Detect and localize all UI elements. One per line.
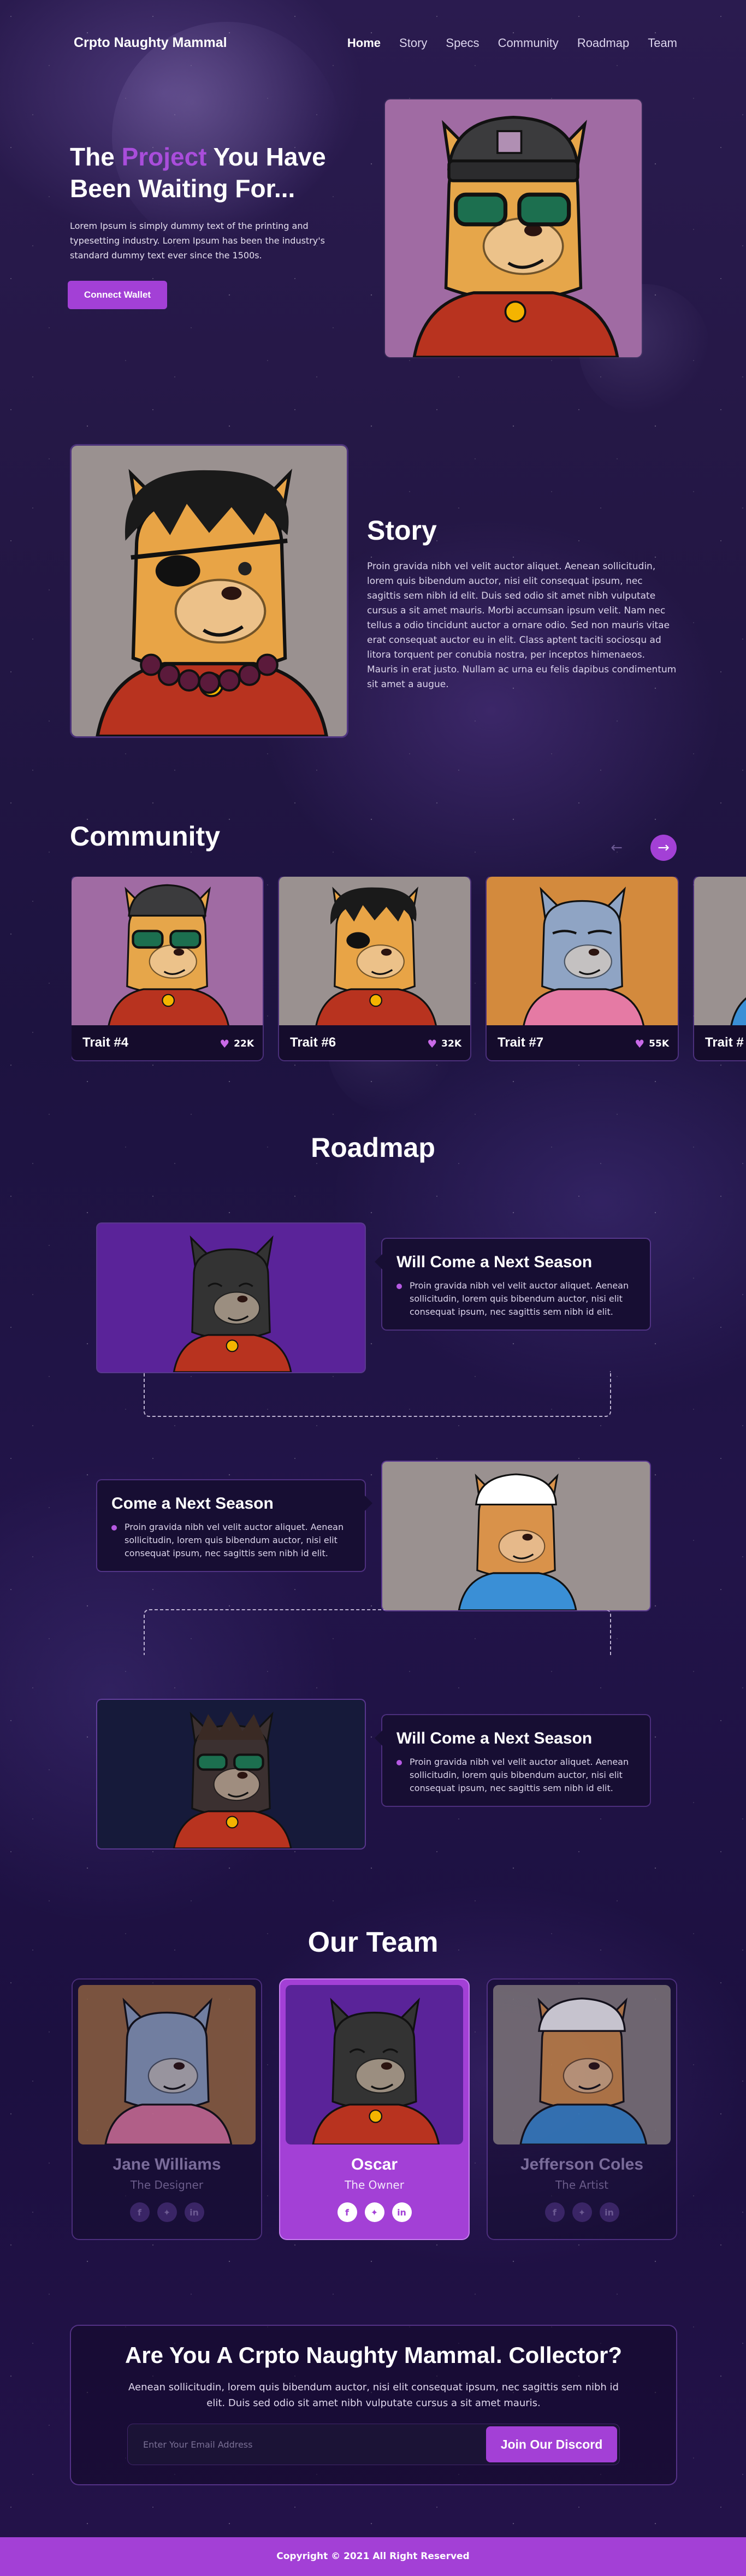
member-role: The Designer xyxy=(130,2178,204,2191)
card-likes[interactable]: ♥ 32K xyxy=(427,1037,461,1050)
team-member-card: Jefferson Coles The Artist f ✦ in xyxy=(488,1980,676,2239)
hero-title-highlight: Project xyxy=(121,143,207,171)
linkedin-icon[interactable]: in xyxy=(392,2202,412,2222)
nav-item-home[interactable]: Home xyxy=(347,36,381,50)
story-title: Story xyxy=(367,515,437,546)
member-nft-image xyxy=(78,1985,256,2144)
member-name: Jefferson Coles xyxy=(520,2155,644,2173)
heart-icon[interactable]: ♥ xyxy=(427,1037,437,1050)
roadmap-title: Roadmap xyxy=(311,1132,435,1163)
roadmap-image xyxy=(382,1462,650,1610)
facebook-icon[interactable]: f xyxy=(337,2202,357,2222)
arrow-left-icon[interactable]: ← xyxy=(603,835,630,861)
card-like-count: 55K xyxy=(649,1038,669,1049)
roadmap-item-text: Proin gravida nibh vel velit auctor aliq… xyxy=(410,1757,629,1793)
roadmap-item-text: Proin gravida nibh vel velit auctor aliq… xyxy=(125,1522,344,1558)
team-title: Our Team xyxy=(307,1927,439,1958)
card-nft-image xyxy=(487,877,678,1025)
nav-item-specs[interactable]: Specs xyxy=(446,36,479,50)
story-nft-image xyxy=(72,446,347,736)
hero-title-pre: The xyxy=(70,143,122,171)
card-like-count: 22K xyxy=(234,1038,254,1049)
member-nft-image xyxy=(286,1985,463,2144)
heart-icon[interactable]: ♥ xyxy=(635,1037,644,1050)
card-name: Trait #7 xyxy=(498,1035,544,1050)
card-likes[interactable]: ♥ 55K xyxy=(635,1037,669,1050)
team-member-card: Jane Williams The Designer f ✦ in xyxy=(73,1980,261,2239)
roadmap-item-text: Proin gravida nibh vel velit auctor aliq… xyxy=(410,1280,629,1317)
roadmap-image xyxy=(97,1700,365,1848)
team-member-card: Oscar The Owner f ✦ in xyxy=(280,1980,469,2239)
member-role: The Artist xyxy=(555,2178,609,2191)
cta-title: Are You A Crpto Naughty Mammal. Collecto… xyxy=(125,2342,623,2368)
community-card[interactable]: Trait #4 ♥ 22K xyxy=(72,877,263,1060)
card-name: Trait # xyxy=(705,1035,744,1050)
twitter-icon[interactable]: ✦ xyxy=(572,2202,592,2222)
roadmap-item: Come a Next Season Proin gravida nibh ve… xyxy=(97,1480,372,1571)
top-nav: Crpto Naughty Mammal Home Story Specs Co… xyxy=(0,29,746,57)
facebook-icon[interactable]: f xyxy=(129,2202,150,2222)
hero-description: Lorem Ipsum is simply dummy text of the … xyxy=(70,221,325,261)
email-form: Join Our Discord xyxy=(128,2424,619,2465)
community-card[interactable]: Trait # xyxy=(694,877,746,1060)
bullet-icon xyxy=(111,1525,117,1531)
story-text: Proin gravida nibh vel velit auctor aliq… xyxy=(367,561,677,690)
community-title: Community xyxy=(70,821,220,852)
community-card[interactable]: Trait #7 ♥ 55K xyxy=(487,877,678,1060)
discord-cta: Are You A Crpto Naughty Mammal. Collecto… xyxy=(71,2326,676,2484)
card-nft-image xyxy=(694,877,746,1025)
bullet-icon xyxy=(396,1760,402,1765)
member-name: Jane Williams xyxy=(113,2155,221,2173)
roadmap-item: Will Come a Next Season Proin gravida ni… xyxy=(375,1239,650,1330)
card-name: Trait #4 xyxy=(82,1035,129,1050)
member-name: Oscar xyxy=(351,2155,398,2173)
nav-item-roadmap[interactable]: Roadmap xyxy=(577,36,629,50)
nav-item-team[interactable]: Team xyxy=(648,36,677,50)
card-nft-image xyxy=(279,877,470,1025)
connect-wallet-button[interactable]: Connect Wallet xyxy=(68,281,167,309)
twitter-icon[interactable]: ✦ xyxy=(157,2202,177,2222)
hero-nft-image xyxy=(385,99,642,357)
footer-copyright: Copyright © 2021 All Right Reserved xyxy=(0,2537,746,2576)
arrow-right-icon[interactable]: → xyxy=(650,835,677,861)
hero-title: The Project You Have Been Waiting For... xyxy=(70,141,376,204)
card-likes[interactable]: ♥ 22K xyxy=(220,1037,254,1050)
card-like-count: 32K xyxy=(441,1038,461,1049)
heart-icon[interactable]: ♥ xyxy=(220,1037,229,1050)
cta-text: Aenean sollicitudin, lorem quis bibendum… xyxy=(128,2382,619,2409)
roadmap-item-title: Will Come a Next Season xyxy=(396,1729,593,1747)
facebook-icon[interactable]: f xyxy=(544,2202,565,2222)
linkedin-icon[interactable]: in xyxy=(599,2202,619,2222)
member-role: The Owner xyxy=(345,2178,404,2191)
nav-item-story[interactable]: Story xyxy=(399,36,427,50)
nav-menu: Home Story Specs Community Roadmap Team xyxy=(347,36,677,50)
community-card[interactable]: Trait #6 ♥ 32K xyxy=(279,877,470,1060)
roadmap-item-title: Will Come a Next Season xyxy=(396,1253,593,1271)
roadmap-item-title: Come a Next Season xyxy=(111,1494,274,1512)
email-input[interactable] xyxy=(143,2436,449,2453)
join-discord-button[interactable]: Join Our Discord xyxy=(486,2426,617,2462)
twitter-icon[interactable]: ✦ xyxy=(364,2202,384,2222)
linkedin-icon[interactable]: in xyxy=(184,2202,204,2222)
roadmap-connector xyxy=(144,1609,611,1655)
card-name: Trait #6 xyxy=(290,1035,336,1050)
bullet-icon xyxy=(396,1284,402,1289)
roadmap-item: Will Come a Next Season Proin gravida ni… xyxy=(375,1715,650,1806)
community-carousel: Trait #4 ♥ 22K Trait #6 ♥ 32K Trait #7 ♥… xyxy=(72,877,746,1062)
member-nft-image xyxy=(493,1985,671,2144)
brand-logo[interactable]: Crpto Naughty Mammal xyxy=(74,35,227,51)
roadmap-connector xyxy=(144,1371,611,1417)
nav-item-community[interactable]: Community xyxy=(498,36,559,50)
roadmap-image xyxy=(97,1224,365,1372)
card-nft-image xyxy=(72,877,263,1025)
